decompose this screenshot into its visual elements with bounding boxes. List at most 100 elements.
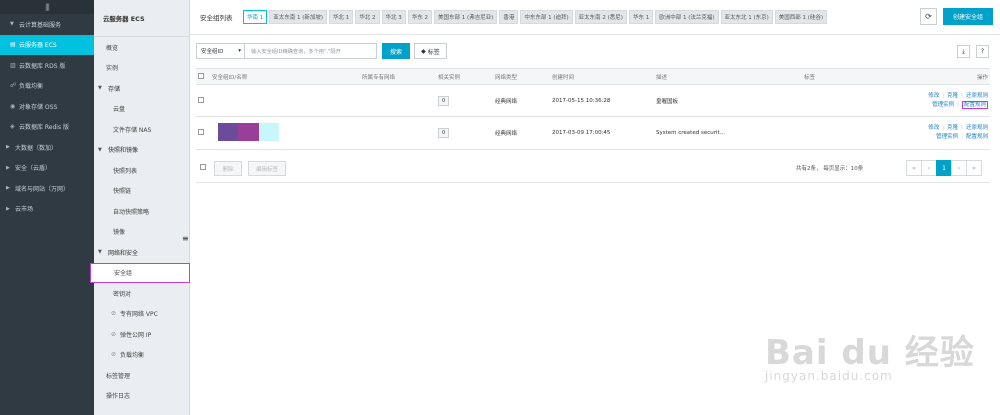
manage-instances-link[interactable]: 管理实例 (932, 102, 954, 108)
sidebar-item-overview[interactable]: 概览 (94, 37, 189, 58)
sidebar-item-snapshot-chain[interactable]: 快照链 (94, 181, 189, 202)
sidebar-item-snapshot-list[interactable]: 快照列表 (94, 160, 189, 181)
restore-rules-link[interactable]: 还原规则 (966, 125, 988, 131)
last-page-button[interactable]: » (966, 160, 982, 176)
region-tab[interactable]: 华东 1 (628, 10, 654, 24)
sidebar-group-netsec[interactable]: ▼ 网络和安全 (94, 242, 189, 263)
nav-ecs[interactable]: ▤ 云服务器 ECS (0, 34, 94, 55)
nav-redis[interactable]: ◈ 云数据库 Redis 版 (0, 117, 94, 138)
search-button[interactable]: 搜索 (382, 43, 410, 59)
redis-icon: ◈ (10, 123, 15, 131)
filter-select[interactable]: 安全组ID ▾ (196, 43, 245, 59)
region-tab[interactable]: 亚太东南 2 (悉尼) (574, 10, 627, 24)
topbar: 安全组列表 华南 1 亚太东南 1 (新加坡) 华北 1 华北 2 华北 3 华… (190, 0, 1000, 35)
next-page-button[interactable]: › (951, 160, 967, 176)
region-tab[interactable]: 中东东部 1 (迪拜) (520, 10, 573, 24)
page-title: 安全组列表 (200, 14, 233, 22)
table-row: 0 经典网络 2017-03-09 17:00:45 System create… (196, 116, 990, 150)
footer-select-all-checkbox[interactable] (200, 164, 206, 170)
filter-bar: 安全组ID ▾ 输入安全组ID精确查询，多个用","隔开 搜索 ◆ 标签 (196, 43, 447, 59)
clone-link[interactable]: 克隆 (947, 125, 958, 131)
column-header: 安全组ID/名称 (210, 68, 360, 85)
first-page-button[interactable]: « (906, 160, 922, 176)
region-tab[interactable]: 华东 2 (407, 10, 433, 24)
ops-cell: 修改 | 克隆 | 还原规则 管理实例 | 配置规则 (892, 116, 990, 150)
restore-rules-link[interactable]: 还原规则 (966, 93, 988, 99)
nav-bigdata[interactable]: ▶ 大数据（数加） (0, 137, 94, 158)
sidebar-item-tags[interactable]: 标签管理 (94, 365, 189, 386)
nav-market[interactable]: ▶ 云市场 (0, 199, 94, 220)
nav-cloud-basic[interactable]: ▼ 云计算基础服务 (0, 14, 94, 35)
watermark-url: jingyan.baidu.com (765, 369, 893, 383)
sidebar-toggle-icon[interactable]: ≡ (182, 234, 190, 246)
sidebar-item-cloud-disk[interactable]: 云盘 (94, 99, 189, 120)
baidu-watermark: Bai du 经验 jingyan.baidu.com (765, 325, 975, 383)
nav-security[interactable]: ▶ 安全（云盾） (0, 158, 94, 179)
delete-button[interactable]: 删除 (214, 161, 242, 176)
caret-right-icon: ▶ (6, 185, 10, 192)
region-tab[interactable]: 欧洲中部 1 (法兰克福) (655, 10, 719, 24)
export-button[interactable]: ⤓ (957, 45, 970, 58)
sidebar-item-image[interactable]: 镜像 (94, 222, 189, 243)
pagination: « ‹ 1 › » (906, 160, 982, 176)
sidebar-item-security-group[interactable]: 安全组 (90, 262, 190, 283)
row-checkbox[interactable] (198, 129, 204, 135)
table-row: 0 经典网络 2017-05-15 10:36:28 皇喔国板 修改 | 克隆 | 还原… (196, 84, 990, 117)
sidebar-item-slb[interactable]: ⊘ 负载均衡 (94, 345, 189, 366)
modify-link[interactable]: 修改 (928, 93, 939, 99)
clone-link[interactable]: 克隆 (947, 93, 958, 99)
sidebar-item-auto-snapshot[interactable]: 自动快照策略 (94, 201, 189, 222)
region-tab[interactable]: 美国东部 1 (弗吉尼亚) (434, 10, 498, 24)
row-checkbox[interactable] (198, 96, 204, 103)
created-cell: 2017-03-09 17:00:45 (550, 116, 654, 150)
sidebar-item-instances[interactable]: 实例 (94, 58, 189, 79)
redaction-block (218, 123, 238, 141)
instance-count-cell: 0 (436, 116, 493, 150)
region-tab[interactable]: 华北 1 (329, 10, 354, 24)
sidebar-item-keypair[interactable]: 密钥对 (94, 283, 189, 304)
nav-domain[interactable]: ▶ 域名与网站（万网） (0, 178, 94, 199)
region-tab[interactable]: 华北 2 (355, 10, 380, 24)
region-tab[interactable]: 亚太东北 1 (东京) (720, 10, 773, 24)
instance-count-badge[interactable]: 0 (438, 95, 450, 106)
nav-collapse-toggle[interactable]: ||| (0, 0, 94, 14)
sidebar-item-nas[interactable]: 文件存储 NAS (94, 119, 189, 140)
select-all-header (196, 68, 210, 85)
caret-down-icon: ▼ (98, 146, 102, 153)
region-tab[interactable]: 华南 1 (243, 10, 268, 24)
desc-cell: 皇喔国板 (654, 84, 802, 117)
net-type-cell: 经典网络 (493, 116, 550, 150)
manage-instances-link[interactable]: 管理实例 (936, 134, 958, 140)
refresh-button[interactable]: ⟳ (920, 8, 937, 25)
prev-page-button[interactable]: ‹ (921, 160, 937, 176)
net-type-cell: 经典网络 (493, 84, 550, 117)
tag-filter-button[interactable]: ◆ 标签 (414, 43, 447, 59)
nav-slb[interactable]: ☍ 负载均衡 (0, 76, 94, 97)
instance-count-badge[interactable]: 0 (438, 128, 450, 138)
sidebar-item-eip[interactable]: ⊘ 弹性公网 IP (94, 324, 189, 345)
page-1-button[interactable]: 1 (936, 160, 952, 176)
modify-link[interactable]: 修改 (928, 125, 939, 131)
create-security-group-button[interactable]: 创建安全组 (943, 8, 993, 25)
search-input[interactable]: 输入安全组ID精确查询，多个用","隔开 (245, 43, 377, 59)
nav-rds[interactable]: ▥ 云数据库 RDS 版 (0, 55, 94, 76)
configure-rules-link[interactable]: 配置规则 (961, 100, 988, 109)
region-tab[interactable]: 华北 3 (381, 10, 406, 24)
configure-rules-link[interactable]: 配置规则 (966, 134, 988, 140)
select-all-checkbox[interactable] (198, 72, 204, 79)
table-footer: 删除 编辑标签 共有2条， 每页显示：10条 « ‹ 1 › » (196, 153, 990, 183)
region-tab[interactable]: 香港 (499, 10, 519, 24)
sidebar-group-snapshot[interactable]: ▼ 快照和镜像 (94, 140, 189, 161)
sidebar-item-vpc[interactable]: ⊘ 专有网络 VPC (94, 304, 189, 325)
region-tab[interactable]: 美国西部 1 (硅谷) (774, 10, 828, 24)
edit-tags-button[interactable]: 编辑标签 (248, 161, 286, 176)
caret-down-icon: ▼ (98, 249, 102, 256)
column-header: 创建时间 (550, 68, 654, 85)
sidebar-group-storage[interactable]: ▼ 存储 (94, 78, 189, 99)
help-button[interactable]: ? (976, 45, 989, 58)
nav-oss[interactable]: ◉ 对象存储 OSS (0, 96, 94, 117)
region-tab[interactable]: 亚太东南 1 (新加坡) (269, 10, 328, 24)
sidebar-item-logs[interactable]: 操作日志 (94, 386, 189, 407)
tag-cell (802, 84, 892, 117)
menu-icon: ||| (44, 3, 50, 11)
